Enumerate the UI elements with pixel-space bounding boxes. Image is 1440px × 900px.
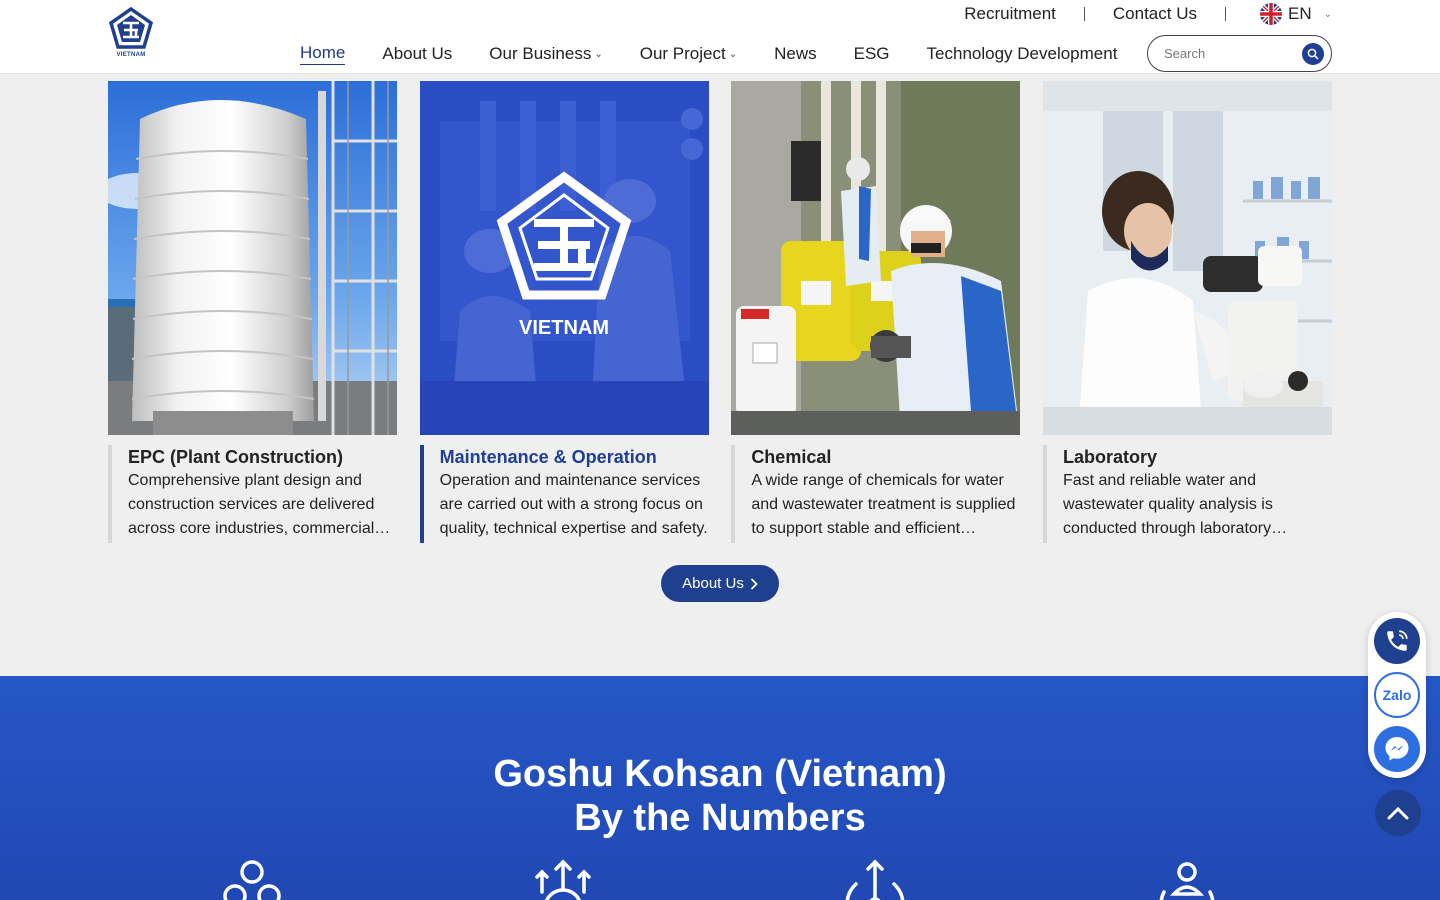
zalo-button[interactable]: Zalo <box>1374 672 1420 718</box>
business-card-maintenance[interactable]: VIETNAM Maintenance & Operation Operatio… <box>419 81 709 543</box>
search-input[interactable] <box>1164 46 1294 61</box>
card-description: Operation and maintenance services are c… <box>439 472 708 537</box>
card-title: Maintenance & Operation <box>439 447 657 467</box>
chemical-image <box>731 81 1021 435</box>
floating-contact-panel: Zalo <box>1368 612 1426 778</box>
nav-technology-development[interactable]: Technology Development <box>927 36 1118 72</box>
nav-our-project[interactable]: Our Project ⌄ <box>640 36 737 72</box>
nav-label: ESG <box>853 44 890 63</box>
nav-label: News <box>774 44 817 63</box>
numbers-title-line1: Goshu Kohsan (Vietnam) <box>493 753 947 795</box>
card-title: Chemical <box>751 447 832 467</box>
contact-us-link[interactable]: Contact Us <box>1085 4 1225 24</box>
messenger-button[interactable] <box>1374 726 1420 772</box>
business-card-chemical[interactable]: Chemical A wide range of chemicals for w… <box>731 81 1021 543</box>
person-cycle-icon <box>1159 862 1215 900</box>
recruitment-link[interactable]: Recruitment <box>936 4 1084 24</box>
search-icon <box>1307 48 1319 60</box>
nav-about-us[interactable]: About Us <box>382 36 452 72</box>
nav-label: Our Business <box>489 44 592 63</box>
back-to-top-button[interactable] <box>1375 790 1421 836</box>
overlay-vietnam-text: VIETNAM <box>519 317 609 339</box>
nav-home[interactable]: Home <box>300 36 346 72</box>
zalo-icon: Zalo <box>1382 687 1412 703</box>
numbers-section: Goshu Kohsan (Vietnam) By the Numbers <box>0 676 1440 900</box>
search-box <box>1147 35 1332 72</box>
uk-flag-icon <box>1259 3 1282 25</box>
people-network-icon <box>223 860 281 900</box>
card-body: Maintenance & Operation Operation and ma… <box>419 445 709 543</box>
about-us-button[interactable]: About Us <box>661 565 779 602</box>
site-header: VIETNAM Recruitment Contact Us EN ⌄ Home… <box>0 0 1440 74</box>
numbers-section-title: Goshu Kohsan (Vietnam) By the Numbers <box>0 752 1440 840</box>
card-description: Fast and reliable water and wastewater q… <box>1062 472 1273 537</box>
main-navigation: Home About Us Our Business ⌄ Our Project ⌄… <box>300 36 1154 72</box>
nav-our-business[interactable]: Our Business ⌄ <box>489 36 602 72</box>
language-selector[interactable]: EN ⌄ <box>1226 3 1332 25</box>
target-arrow-icon <box>845 859 905 900</box>
language-code: EN <box>1287 4 1312 23</box>
card-body: EPC (Plant Construction) Comprehensive p… <box>108 445 397 543</box>
messenger-icon <box>1385 737 1409 761</box>
numbers-title-line2: By the Numbers <box>574 797 866 839</box>
logo-text: VIETNAM <box>116 52 146 58</box>
chevron-right-icon <box>750 577 758 590</box>
nav-label: Home <box>300 43 346 65</box>
card-body: Chemical A wide range of chemicals for w… <box>731 445 1020 543</box>
laboratory-image <box>1042 81 1332 435</box>
chevron-down-icon: ⌄ <box>728 48 738 60</box>
chevron-up-icon <box>1387 806 1409 820</box>
epc-tank-image <box>108 81 397 435</box>
card-description: Comprehensive plant design and construct… <box>128 472 375 537</box>
phone-button[interactable] <box>1374 618 1420 664</box>
top-utility-bar: Recruitment Contact Us EN ⌄ <box>936 2 1332 26</box>
nav-label: Technology Development <box>926 44 1118 63</box>
logo-pentagon-icon <box>108 6 154 49</box>
chevron-down-icon: ⌄ <box>1323 8 1332 20</box>
chevron-down-icon: ⌄ <box>594 48 603 60</box>
maintenance-image: VIETNAM <box>419 81 709 435</box>
card-description: A wide range of chemicals for water and … <box>751 472 1016 537</box>
nav-label: Our Project <box>639 44 726 63</box>
growth-arrows-icon <box>535 859 591 900</box>
nav-esg[interactable]: ESG <box>854 36 890 72</box>
card-body: Laboratory Fast and reliable water and w… <box>1042 445 1332 543</box>
about-us-button-label: About Us <box>682 575 744 592</box>
nav-label: About Us <box>382 44 453 63</box>
card-title: EPC (Plant Construction) <box>128 447 343 467</box>
business-cards: EPC (Plant Construction) Comprehensive p… <box>108 81 1332 543</box>
nav-news[interactable]: News <box>774 36 817 72</box>
search-button[interactable] <box>1302 43 1324 65</box>
business-card-laboratory[interactable]: Laboratory Fast and reliable water and w… <box>1042 81 1332 543</box>
phone-icon <box>1387 630 1408 651</box>
card-title: Laboratory <box>1062 447 1157 467</box>
site-logo[interactable]: VIETNAM <box>108 6 154 62</box>
business-card-epc[interactable]: EPC (Plant Construction) Comprehensive p… <box>108 81 397 543</box>
